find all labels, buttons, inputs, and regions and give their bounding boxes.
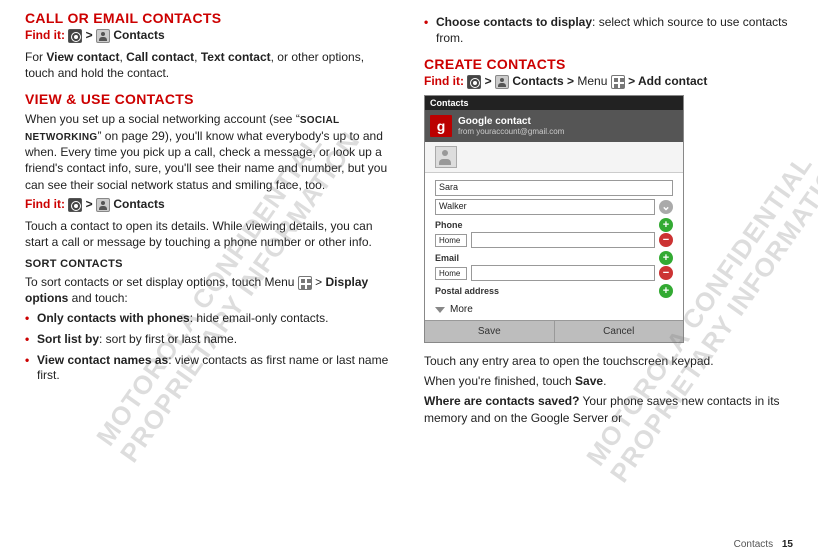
- t: .: [603, 374, 606, 388]
- opt-label: Only contacts with phones: [37, 311, 190, 325]
- photo-placeholder-icon: [435, 146, 457, 168]
- menu-icon: [611, 75, 625, 89]
- t: When you're finished, touch: [424, 374, 575, 388]
- more-label: More: [450, 304, 473, 315]
- find-it-line: Find it: > Contacts: [25, 28, 394, 43]
- more-row[interactable]: More: [435, 301, 673, 318]
- phone-form: Sara Walker ⌄ Phone + Home − Email + Home − P…: [425, 173, 683, 320]
- gt: >: [86, 197, 96, 211]
- opt-label: Choose contacts to display: [436, 15, 592, 29]
- opt-label: Sort list by: [37, 332, 99, 346]
- chevron-down-icon: [435, 307, 445, 313]
- email-input[interactable]: [471, 265, 655, 281]
- find-it-line: Find it: > Contacts: [25, 197, 394, 212]
- page-body: CALL OR EMAIL CONTACTS Find it: > Contac…: [0, 0, 818, 430]
- t: To sort contacts or set display options,…: [25, 275, 294, 289]
- email-type-select[interactable]: Home: [435, 267, 467, 280]
- para-sort-intro: To sort contacts or set display options,…: [25, 274, 394, 306]
- contacts-label: Contacts: [113, 28, 164, 42]
- gt: >: [567, 74, 577, 88]
- gt: >: [86, 28, 96, 42]
- para-touch-entry: Touch any entry area to open the touchsc…: [424, 353, 793, 369]
- account-row[interactable]: g Google contact from youraccount@gmail.…: [425, 110, 683, 142]
- email-label: Email: [435, 253, 459, 263]
- where-q: Where are contacts saved?: [424, 394, 579, 408]
- account-name: Google contact: [458, 116, 564, 127]
- contacts-label: Contacts: [512, 74, 563, 88]
- save-button[interactable]: Save: [425, 320, 555, 342]
- contacts-icon: [96, 29, 110, 43]
- launcher-icon: [68, 29, 82, 43]
- menu-label: Menu: [577, 74, 607, 88]
- add-phone-icon[interactable]: +: [659, 218, 673, 232]
- phone-titlebar: Contacts: [425, 96, 683, 110]
- phone-label: Phone: [435, 220, 463, 230]
- phone-mock: Contacts g Google contact from youraccou…: [424, 95, 684, 343]
- para-view-contact: For View contact, Call contact, Text con…: [25, 49, 394, 81]
- opt-desc: : sort by first or last name.: [99, 332, 237, 346]
- sort-options-list: Only contacts with phones: hide email-on…: [25, 311, 394, 383]
- list-item: Sort list by: sort by first or last name…: [25, 332, 394, 348]
- heading-sort: SORT CONTACTS: [25, 258, 394, 270]
- phone-input[interactable]: [471, 232, 655, 248]
- column-right: Choose contacts to display: select which…: [424, 10, 793, 430]
- contacts-icon: [96, 198, 110, 212]
- menu-icon: [298, 276, 312, 290]
- page-number: 15: [782, 539, 793, 550]
- find-it-label: Find it:: [25, 197, 65, 211]
- page-footer: Contacts 15: [734, 539, 793, 550]
- heading-view-use: VIEW & USE CONTACTS: [25, 91, 394, 107]
- para-social: When you set up a social networking acco…: [25, 111, 394, 193]
- t: and touch:: [68, 291, 127, 305]
- heading-create: CREATE CONTACTS: [424, 56, 793, 72]
- column-left: CALL OR EMAIL CONTACTS Find it: > Contac…: [25, 10, 394, 430]
- heading-call-email: CALL OR EMAIL CONTACTS: [25, 10, 394, 26]
- launcher-icon: [467, 75, 481, 89]
- photo-row[interactable]: [425, 142, 683, 173]
- para-where-saved: Where are contacts saved? Your phone sav…: [424, 393, 793, 425]
- account-sub: from youraccount@gmail.com: [458, 127, 564, 136]
- cancel-button[interactable]: Cancel: [555, 320, 684, 342]
- postal-label: Postal address: [435, 286, 499, 296]
- save-ref: Save: [575, 374, 603, 388]
- last-name-field[interactable]: Walker: [435, 199, 655, 215]
- first-name-field[interactable]: Sara: [435, 180, 673, 196]
- find-it-label: Find it:: [424, 74, 464, 88]
- add-email-icon[interactable]: +: [659, 251, 673, 265]
- list-item: Only contacts with phones: hide email-on…: [25, 311, 394, 327]
- find-it-label: Find it:: [25, 28, 65, 42]
- list-item: Choose contacts to display: select which…: [424, 15, 793, 46]
- expand-name-icon[interactable]: ⌄: [659, 200, 673, 214]
- para-finished: When you're finished, touch Save.: [424, 373, 793, 389]
- phone-type-select[interactable]: Home: [435, 234, 467, 247]
- contacts-icon: [495, 75, 509, 89]
- footer-section: Contacts: [734, 539, 773, 550]
- para-touch-contact: Touch a contact to open its details. Whi…: [25, 218, 394, 250]
- opt-desc: : hide email-only contacts.: [190, 311, 329, 325]
- contacts-label: Contacts: [113, 197, 164, 211]
- add-postal-icon[interactable]: +: [659, 284, 673, 298]
- t: >: [315, 275, 325, 289]
- remove-phone-icon[interactable]: −: [659, 233, 673, 247]
- gt: >: [628, 74, 638, 88]
- phone-buttons: Save Cancel: [425, 320, 683, 342]
- t: When you set up a social networking acco…: [25, 112, 300, 126]
- add-contact-label: Add contact: [638, 74, 707, 88]
- find-it-line: Find it: > Contacts > Menu > Add contact: [424, 74, 793, 89]
- list-item: View contact names as: view contacts as …: [25, 353, 394, 384]
- choose-list: Choose contacts to display: select which…: [424, 15, 793, 46]
- launcher-icon: [68, 198, 82, 212]
- opt-label: View contact names as: [37, 353, 168, 367]
- google-icon: g: [430, 115, 452, 137]
- remove-email-icon[interactable]: −: [659, 266, 673, 280]
- gt: >: [485, 74, 495, 88]
